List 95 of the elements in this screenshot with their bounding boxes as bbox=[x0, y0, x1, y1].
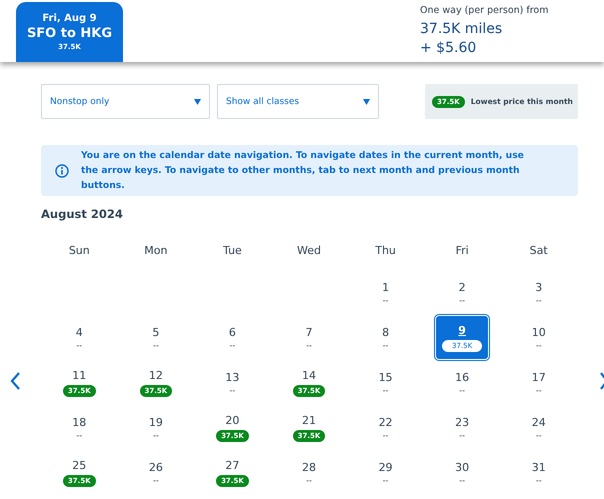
calendar-day[interactable]: 23 -- bbox=[434, 405, 490, 450]
info-text: You are on the calendar date navigation. To navigate dates in the current month, use the arrow keys. To navigate to other months, tab to next month and previous month buttons. bbox=[81, 149, 525, 193]
filter-dropdown[interactable]: Nonstop only bbox=[41, 84, 210, 119]
no-price-text: -- bbox=[382, 340, 388, 350]
day-number: 24 bbox=[532, 416, 546, 428]
weekday-label: Tue bbox=[223, 244, 242, 259]
day-number: 13 bbox=[225, 370, 240, 384]
fee-text: + $5.60 bbox=[420, 39, 478, 58]
calendar-day[interactable]: 1 -- bbox=[358, 270, 413, 315]
day-number: 4 bbox=[76, 326, 83, 338]
calendar-day[interactable]: 2 -- bbox=[434, 270, 490, 315]
calendar-day[interactable]: 26 -- bbox=[128, 450, 184, 495]
weekday-label: Thu bbox=[375, 244, 396, 259]
no-price-text: -- bbox=[459, 476, 466, 484]
day-number: 14 bbox=[302, 368, 316, 382]
no-price-text: -- bbox=[536, 430, 542, 440]
no-price-text: -- bbox=[152, 340, 159, 350]
calendar-day[interactable]: 4 -- bbox=[52, 315, 107, 360]
calendar-day[interactable]: 8 -- bbox=[358, 315, 413, 360]
caret-icon bbox=[194, 98, 201, 104]
day-number: 20 bbox=[225, 414, 240, 426]
day-number: 10 bbox=[532, 326, 546, 338]
day-number: 6 bbox=[228, 326, 236, 338]
no-price-text: -- bbox=[230, 386, 236, 394]
filter-dropdown[interactable]: Show all classes bbox=[217, 84, 379, 119]
day-number: 28 bbox=[302, 460, 316, 474]
no-price-text: -- bbox=[536, 340, 542, 350]
day-number: 16 bbox=[455, 370, 470, 384]
day-number: 8 bbox=[382, 326, 390, 338]
previous-month-button[interactable] bbox=[8, 370, 22, 392]
day-number: 26 bbox=[148, 460, 163, 474]
month-title: August 2024 bbox=[41, 207, 123, 221]
calendar-day[interactable]: 13 -- bbox=[205, 360, 260, 405]
no-price-text: -- bbox=[382, 386, 388, 394]
day-number: 27 bbox=[225, 458, 240, 472]
calendar-day[interactable]: 19 -- bbox=[128, 405, 184, 450]
calendar-day[interactable]: 24 -- bbox=[511, 405, 566, 450]
calendar-day[interactable]: 6 -- bbox=[205, 315, 260, 360]
day-number: 25 bbox=[72, 458, 86, 472]
day-number: 17 bbox=[532, 370, 546, 384]
weekday-label: Wed bbox=[297, 244, 321, 259]
day-number: 3 bbox=[535, 280, 542, 294]
calendar-day[interactable]: 31 -- bbox=[511, 450, 566, 495]
no-price-text: -- bbox=[536, 296, 542, 304]
day-number: 29 bbox=[378, 460, 393, 474]
day-number: 12 bbox=[148, 368, 163, 382]
no-price-text: -- bbox=[382, 430, 388, 440]
no-price-text: -- bbox=[152, 430, 159, 440]
fare-label: One way (per person) from bbox=[420, 5, 550, 16]
day-number: 9 bbox=[458, 324, 466, 336]
no-price-text: -- bbox=[306, 340, 312, 350]
no-price-text: -- bbox=[536, 386, 542, 394]
calendar-day[interactable]: 28 -- bbox=[282, 450, 336, 495]
weekday-label: Sun bbox=[68, 244, 90, 259]
no-price-text: -- bbox=[230, 340, 236, 350]
day-number: 1 bbox=[382, 280, 390, 294]
weekday-label: Mon bbox=[144, 244, 168, 259]
no-price-text: -- bbox=[76, 340, 82, 350]
no-price-text: -- bbox=[459, 430, 466, 440]
info-icon bbox=[55, 164, 69, 178]
no-price-text: -- bbox=[306, 476, 312, 484]
no-price-text: -- bbox=[459, 296, 466, 304]
weekday-label: Sat bbox=[530, 244, 548, 259]
caret-icon bbox=[363, 98, 370, 104]
day-number: 30 bbox=[455, 460, 470, 474]
calendar-day[interactable]: 10 -- bbox=[511, 315, 566, 360]
day-number: 22 bbox=[378, 416, 393, 428]
weekday-label: Fri bbox=[456, 244, 469, 259]
day-number: 18 bbox=[72, 416, 86, 428]
calendar-day[interactable]: 30 -- bbox=[434, 450, 490, 495]
calendar-day[interactable]: 5 -- bbox=[128, 315, 184, 360]
day-number: 31 bbox=[532, 460, 546, 474]
no-price-text: -- bbox=[152, 476, 159, 484]
day-number: 15 bbox=[378, 370, 393, 384]
calendar-day[interactable]: 16 -- bbox=[434, 360, 490, 405]
no-price-text: -- bbox=[459, 386, 466, 394]
day-number: 19 bbox=[148, 416, 163, 428]
day-number: 23 bbox=[455, 416, 470, 428]
day-number: 5 bbox=[152, 326, 160, 338]
calendar-day[interactable]: 29 -- bbox=[358, 450, 413, 495]
calendar-day[interactable]: 17 -- bbox=[511, 360, 566, 405]
calendar-day[interactable]: 3 -- bbox=[511, 270, 566, 315]
day-number: 21 bbox=[302, 414, 316, 426]
calendar-day[interactable]: 22 -- bbox=[358, 405, 413, 450]
no-price-text: -- bbox=[382, 476, 388, 484]
miles-text: 37.5K miles bbox=[420, 20, 504, 39]
calendar-day[interactable]: 7 -- bbox=[282, 315, 336, 360]
calendar-day[interactable]: 18 -- bbox=[52, 405, 107, 450]
no-price-text: -- bbox=[76, 430, 82, 440]
day-number: 2 bbox=[458, 280, 466, 294]
day-number: 11 bbox=[72, 368, 86, 382]
no-price-text: -- bbox=[536, 476, 542, 484]
no-price-text: -- bbox=[382, 296, 388, 304]
day-number: 7 bbox=[305, 326, 312, 338]
calendar-day[interactable]: 15 -- bbox=[358, 360, 413, 405]
